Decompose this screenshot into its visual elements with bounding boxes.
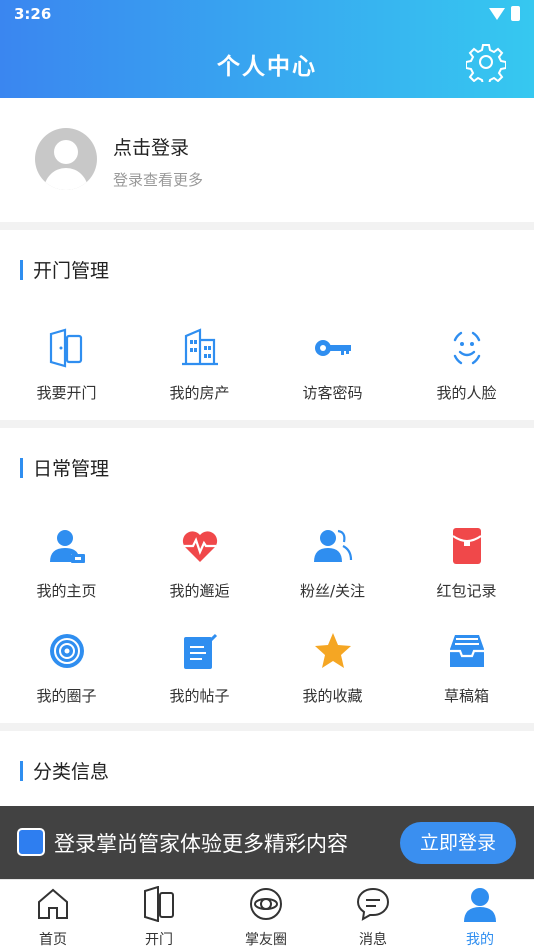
app-logo-icon bbox=[17, 828, 45, 856]
status-icons bbox=[489, 6, 520, 21]
grid-item-red-envelope[interactable]: 红包记录 bbox=[400, 526, 533, 601]
grid-item-label: 粉丝/关注 bbox=[299, 582, 366, 600]
message-icon bbox=[356, 887, 390, 921]
grid-item-label: 红包记录 bbox=[436, 582, 497, 600]
profile-card[interactable]: 点击登录 登录查看更多 bbox=[0, 98, 534, 222]
face-icon bbox=[453, 331, 480, 365]
grid-item-my-favorites[interactable]: 我的收藏 bbox=[266, 631, 399, 706]
grid-item-my-face[interactable]: 我的人脸 bbox=[400, 328, 533, 403]
grid-item-label: 我的主页 bbox=[36, 582, 97, 600]
grid-item-label: 我的人脸 bbox=[436, 384, 497, 402]
tab-label: 消息 bbox=[359, 932, 387, 948]
grid-item-my-posts[interactable]: 我的帖子 bbox=[133, 631, 266, 706]
grid-item-label: 访客密码 bbox=[302, 384, 363, 402]
building-icon bbox=[181, 328, 218, 366]
planet-icon bbox=[250, 888, 282, 920]
grid-item-my-homepage[interactable]: 我的主页 bbox=[0, 526, 133, 601]
grid-item-my-encounters[interactable]: 我的邂逅 bbox=[133, 526, 266, 601]
section-title: 开门管理 bbox=[33, 260, 110, 282]
grid-item-label: 我的帖子 bbox=[169, 687, 230, 705]
section-bar bbox=[20, 259, 23, 280]
heart-pulse-icon bbox=[182, 531, 217, 562]
grid-item-my-circle[interactable]: 我的圈子 bbox=[0, 631, 133, 706]
grid-item-visitor-password[interactable]: 访客密码 bbox=[266, 328, 399, 403]
tab-label: 开门 bbox=[145, 932, 173, 948]
tab-messages[interactable]: 消息 bbox=[320, 886, 426, 949]
door-management-section: 开门管理 我要开门 我的房产 访客密码 我的人脸 bbox=[0, 230, 534, 420]
banner-text: 登录掌尚管家体验更多精彩内容 bbox=[54, 832, 348, 856]
grid-item-label: 我要开门 bbox=[36, 384, 97, 402]
home-icon bbox=[38, 888, 68, 919]
star-icon bbox=[314, 633, 351, 668]
grid-item-drafts[interactable]: 草稿箱 bbox=[400, 631, 533, 706]
grid-item-open-door[interactable]: 我要开门 bbox=[0, 328, 133, 403]
battery-icon bbox=[511, 6, 520, 21]
tab-label: 首页 bbox=[39, 932, 67, 948]
post-icon bbox=[183, 633, 217, 669]
section-bar bbox=[20, 457, 23, 478]
grid-item-label: 我的收藏 bbox=[302, 687, 363, 705]
user-icon bbox=[464, 888, 496, 922]
tab-friends-circle[interactable]: 掌友圈 bbox=[213, 886, 319, 949]
inbox-icon bbox=[449, 635, 484, 667]
section-title: 日常管理 bbox=[33, 458, 110, 480]
grid-item-fans-follow[interactable]: 粉丝/关注 bbox=[266, 526, 399, 601]
status-time: 3:26 bbox=[14, 5, 52, 23]
key-icon bbox=[314, 340, 351, 356]
grid-item-label: 我的圈子 bbox=[36, 687, 97, 705]
wifi-icon bbox=[489, 7, 505, 20]
door-icon bbox=[144, 885, 174, 923]
header: 3:26 个人中心 bbox=[0, 0, 534, 98]
tab-door[interactable]: 开门 bbox=[106, 885, 212, 949]
tab-label: 我的 bbox=[466, 932, 494, 948]
user-home-icon bbox=[49, 530, 85, 563]
section-title: 分类信息 bbox=[33, 761, 110, 783]
tab-label: 掌友圈 bbox=[245, 932, 287, 948]
login-title[interactable]: 点击登录 bbox=[113, 133, 189, 160]
grid-item-my-property[interactable]: 我的房产 bbox=[133, 328, 266, 403]
daily-management-section: 日常管理 我的主页 我的邂逅 粉丝/关注 红包记录 我的圈子 我的帖子 我的收藏… bbox=[0, 428, 534, 723]
section-bar bbox=[20, 760, 23, 781]
door-phone-icon bbox=[49, 328, 82, 368]
fans-icon bbox=[313, 529, 352, 562]
login-now-button[interactable]: 立即登录 bbox=[400, 822, 516, 864]
gear-icon[interactable] bbox=[466, 42, 506, 82]
login-subtitle: 登录查看更多 bbox=[113, 171, 204, 189]
avatar[interactable] bbox=[35, 128, 97, 190]
circle-icon bbox=[49, 634, 84, 668]
grid-item-label: 草稿箱 bbox=[443, 687, 489, 705]
grid-item-label: 我的邂逅 bbox=[169, 582, 230, 600]
login-banner: 登录掌尚管家体验更多精彩内容 立即登录 bbox=[0, 806, 534, 879]
red-envelope-icon bbox=[451, 528, 482, 564]
tab-bar: 首页 开门 掌友圈 消息 我的 bbox=[0, 879, 534, 950]
grid-item-label: 我的房产 bbox=[169, 384, 230, 402]
tab-home[interactable]: 首页 bbox=[0, 886, 106, 949]
page-title: 个人中心 bbox=[217, 54, 317, 80]
tab-mine[interactable]: 我的 bbox=[427, 886, 533, 949]
